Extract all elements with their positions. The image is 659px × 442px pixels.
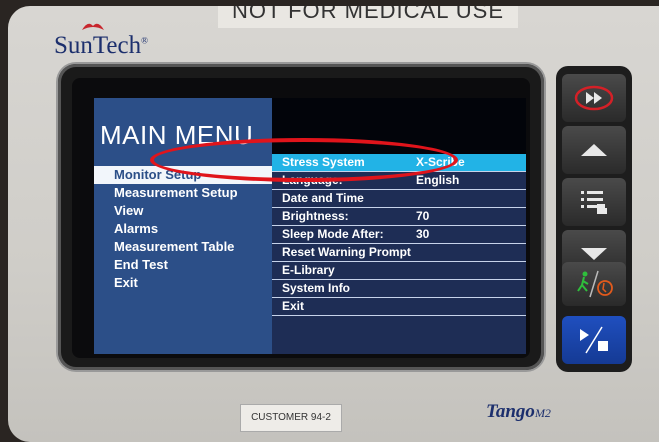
monitor-setup-submenu: Stress System X-Scribe Language: English…	[272, 154, 526, 354]
display-screen: MAIN MENU Monitor Setup Measurement Setu…	[94, 98, 526, 354]
menu-item-end-test[interactable]: End Test	[94, 256, 272, 274]
submenu-value: 30	[416, 227, 430, 241]
customer-tag: CUSTOMER 94-2	[240, 404, 342, 432]
submenu-item-system-info[interactable]: System Info	[272, 280, 526, 298]
up-button[interactable]	[562, 126, 626, 174]
menu-item-measurement-setup[interactable]: Measurement Setup	[94, 184, 272, 202]
menu-item-measurement-table[interactable]: Measurement Table	[94, 238, 272, 256]
top-label-sticker: NOT FOR MEDICAL USE	[218, 6, 518, 28]
suntech-logo: SunTech®	[54, 18, 164, 62]
arrow-down-icon	[581, 248, 607, 260]
main-menu-list: Monitor Setup Measurement Setup View Ala…	[94, 166, 272, 292]
fast-forward-icon	[574, 85, 614, 111]
submenu-item-sleep-mode[interactable]: Sleep Mode After: 30	[272, 226, 526, 244]
menu-item-view[interactable]: View	[94, 202, 272, 220]
exercise-toggle-button[interactable]	[562, 262, 626, 306]
submenu-label: Exit	[282, 299, 305, 313]
submenu-label: Reset Warning Prompt	[282, 245, 411, 259]
fast-forward-button[interactable]	[562, 74, 626, 122]
annotation-circle	[150, 138, 458, 182]
submenu-label: Brightness:	[282, 209, 349, 223]
submenu-label: System Info	[282, 281, 351, 295]
submenu-label: Sleep Mode After:	[282, 227, 384, 241]
submenu-label: E-Library	[282, 263, 335, 277]
submenu-label: Date and Time	[282, 191, 364, 205]
submenu-item-e-library[interactable]: E-Library	[272, 262, 526, 280]
play-stop-icon	[580, 326, 608, 354]
model-logo: TangoM2	[486, 401, 551, 422]
submenu-item-date-and-time[interactable]: Date and Time	[272, 190, 526, 208]
logo-text: SunTech®	[54, 32, 148, 59]
submenu-value: English	[416, 173, 460, 187]
menu-item-alarms[interactable]: Alarms	[94, 220, 272, 238]
arrow-up-icon	[581, 144, 607, 156]
menu-button[interactable]	[562, 178, 626, 226]
main-menu-panel: MAIN MENU Monitor Setup Measurement Setu…	[94, 98, 272, 354]
submenu-value: 70	[416, 209, 430, 223]
start-stop-button[interactable]	[562, 316, 626, 364]
submenu-item-reset-warning-prompt[interactable]: Reset Warning Prompt	[272, 244, 526, 262]
walking-person-icon	[577, 270, 613, 298]
submenu-item-exit[interactable]: Exit	[272, 298, 526, 316]
side-button-panel	[556, 66, 632, 372]
menu-list-icon	[581, 191, 607, 214]
menu-item-exit[interactable]: Exit	[94, 274, 272, 292]
submenu-item-brightness[interactable]: Brightness: 70	[272, 208, 526, 226]
